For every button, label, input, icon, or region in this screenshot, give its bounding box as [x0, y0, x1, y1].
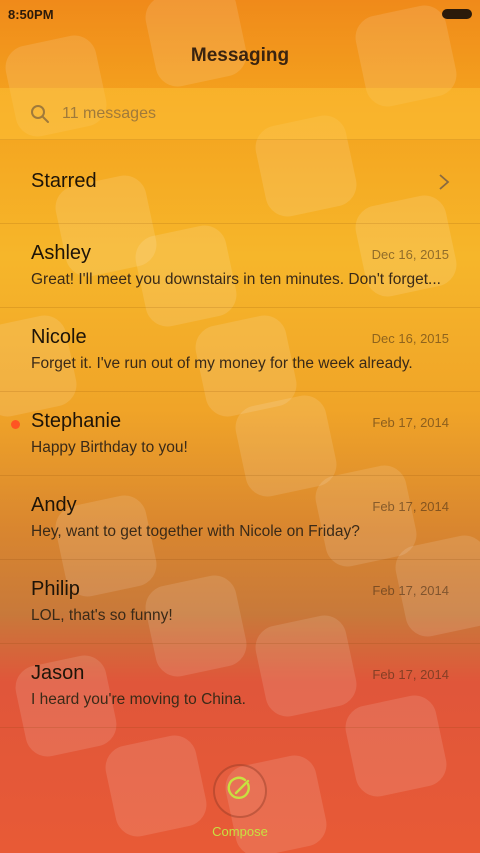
message-date: Feb 17, 2014 — [372, 583, 449, 598]
search-bar[interactable] — [0, 88, 480, 140]
message-date: Dec 16, 2015 — [371, 331, 449, 346]
message-date: Dec 16, 2015 — [371, 247, 449, 262]
conversation-list: Starred Ashley Dec 16, 2015 Great! I'll … — [0, 140, 480, 728]
contact-name: Stephanie — [31, 410, 122, 432]
contact-name: Nicole — [31, 326, 87, 348]
conversation-item-andy[interactable]: Andy Feb 17, 2014 Hey, want to get toget… — [0, 476, 480, 560]
compose-icon — [226, 775, 254, 808]
compose-button[interactable] — [213, 764, 267, 818]
message-date: Feb 17, 2014 — [372, 415, 449, 430]
conversation-item-ashley[interactable]: Ashley Dec 16, 2015 Great! I'll meet you… — [0, 224, 480, 308]
compose-area: Compose — [0, 764, 480, 839]
conversation-item-nicole[interactable]: Nicole Dec 16, 2015 Forget it. I've run … — [0, 308, 480, 392]
page-title: Messaging — [190, 45, 290, 66]
battery-icon — [442, 9, 472, 19]
conversation-item-philip[interactable]: Philip Feb 17, 2014 LOL, that's so funny… — [0, 560, 480, 644]
starred-label: Starred — [31, 170, 97, 192]
conversation-item-jason[interactable]: Jason Feb 17, 2014 I heard you're moving… — [0, 644, 480, 728]
status-bar: 8:50PM — [0, 0, 480, 28]
message-preview: LOL, that's so funny! — [31, 607, 173, 624]
chevron-right-icon — [438, 173, 450, 191]
message-preview: Happy Birthday to you! — [31, 439, 188, 456]
contact-name: Andy — [31, 494, 77, 516]
search-icon — [30, 104, 50, 124]
message-preview: I heard you're moving to China. — [31, 691, 246, 708]
conversation-item-stephanie[interactable]: Stephanie Feb 17, 2014 Happy Birthday to… — [0, 392, 480, 476]
contact-name: Jason — [31, 662, 85, 684]
starred-row[interactable]: Starred — [0, 140, 480, 224]
message-date: Feb 17, 2014 — [372, 667, 449, 682]
message-preview: Forget it. I've run out of my money for … — [31, 355, 413, 372]
message-preview: Great! I'll meet you downstairs in ten m… — [31, 271, 441, 288]
contact-name: Ashley — [31, 242, 92, 264]
compose-label[interactable]: Compose — [212, 824, 268, 839]
contact-name: Philip — [31, 578, 80, 600]
status-time: 8:50PM — [8, 6, 54, 22]
unread-indicator — [11, 420, 20, 429]
message-preview: Hey, want to get together with Nicole on… — [31, 523, 360, 540]
message-date: Feb 17, 2014 — [372, 499, 449, 514]
search-input[interactable] — [60, 103, 444, 124]
